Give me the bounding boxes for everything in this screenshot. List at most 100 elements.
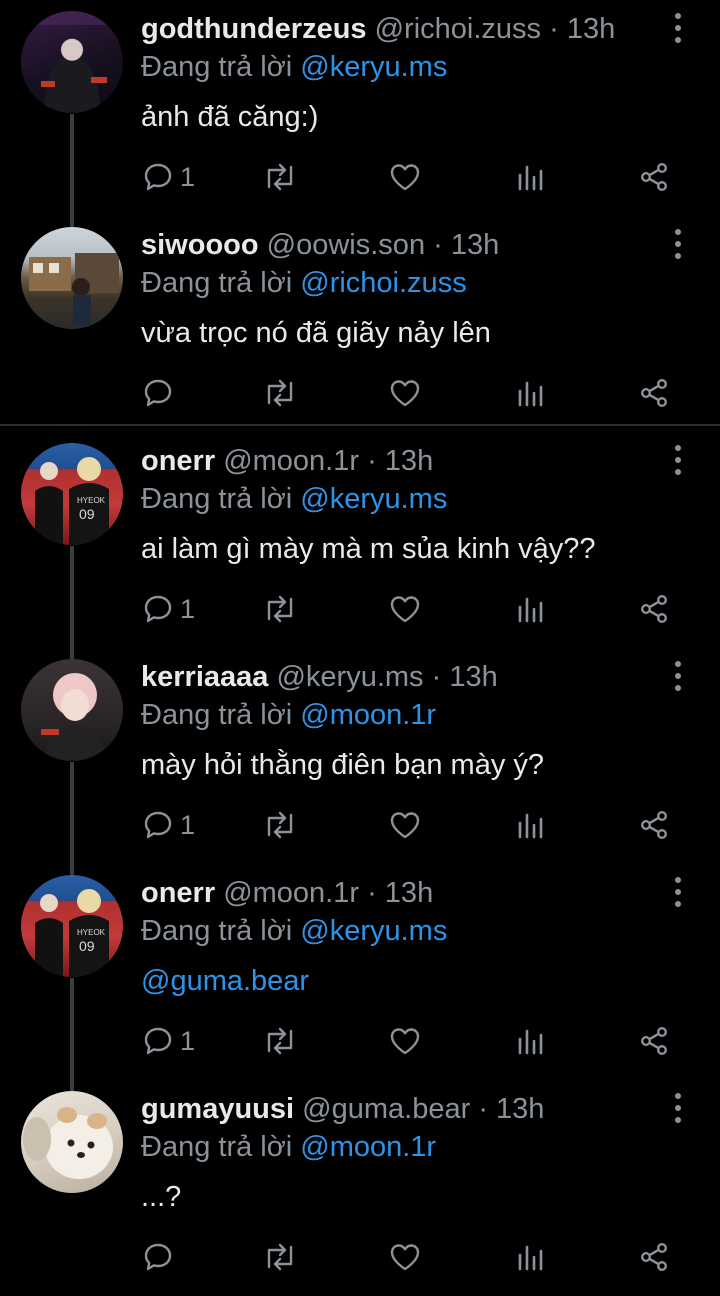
avatar-photo: HYEOK09 [35, 457, 109, 545]
reply-button[interactable]: 1 [142, 798, 195, 852]
reply-button[interactable] [142, 1230, 180, 1284]
retweet-button[interactable] [262, 366, 298, 420]
retweet-button[interactable] [262, 798, 298, 852]
share-icon [640, 595, 668, 624]
replying-to: Đang trả lời @richoi.zuss [141, 265, 467, 301]
reply-count: 1 [180, 161, 196, 192]
handle[interactable]: @richoi.zuss [375, 13, 541, 45]
retweet-button[interactable] [262, 150, 298, 204]
reply-label: Đang trả lời [141, 699, 293, 731]
reply-button[interactable]: 1 [142, 582, 195, 636]
views-button[interactable] [515, 150, 545, 204]
reply-button[interactable]: 1 [142, 1014, 195, 1068]
timestamp: · 13h [431, 661, 498, 693]
avatar[interactable] [21, 227, 123, 329]
reply-label: Đang trả lời [141, 915, 293, 947]
like-button[interactable] [388, 1014, 422, 1068]
tweet[interactable]: HYEOK 09 onerr @moon.1r · 13h Đang trả lờ… [0, 432, 720, 648]
tweet[interactable]: siwoooo @oowis.son · 13h Đang trả lời @r… [0, 216, 720, 432]
display-name[interactable]: godthunderzeus [141, 13, 367, 45]
more-icon[interactable] [668, 13, 688, 45]
svg-text:HYEOK: HYEOK [77, 496, 106, 505]
retweet-button[interactable] [262, 1230, 298, 1284]
views-button[interactable] [515, 1230, 545, 1284]
handle[interactable]: @moon.1r [223, 877, 359, 909]
retweet-icon [267, 1027, 293, 1055]
like-button[interactable] [388, 582, 422, 636]
replying-to: Đang trả lời @moon.1r [141, 697, 436, 733]
share-button[interactable] [638, 798, 670, 852]
reply-mention[interactable]: @keryu.ms [300, 483, 447, 515]
more-icon[interactable] [668, 661, 688, 693]
like-button[interactable] [388, 366, 422, 420]
avatar-photo [41, 673, 107, 761]
tweet[interactable]: gumayuusi @guma.bear · 13h Đang trả lời … [0, 1080, 720, 1296]
display-name[interactable]: siwoooo [141, 229, 259, 261]
handle[interactable]: @moon.1r [223, 445, 359, 477]
views-button[interactable] [515, 582, 545, 636]
tweet[interactable]: godthunderzeus @richoi.zuss · 13h Đang t… [0, 0, 720, 216]
reply-button[interactable]: 1 [142, 150, 195, 204]
like-icon [390, 164, 420, 191]
share-icon [640, 811, 668, 840]
avatar[interactable]: HYEOK 09 [21, 875, 123, 977]
more-icon[interactable] [668, 229, 688, 261]
retweet-button[interactable] [262, 1014, 298, 1068]
reply-label: Đang trả lời [141, 1131, 293, 1163]
reply-mention[interactable]: @keryu.ms [300, 915, 447, 947]
tweet[interactable]: HYEOK 09 onerr @moon.1r · 13h Đang trả lờ… [0, 864, 720, 1080]
views-button[interactable] [515, 366, 545, 420]
timestamp: · 13h [478, 1093, 545, 1125]
timestamp: · 13h [367, 445, 434, 477]
display-name[interactable]: onerr [141, 445, 215, 477]
tweet[interactable]: kerriaaaa @keryu.ms · 13h Đang trả lời @… [0, 648, 720, 864]
more-icon[interactable] [668, 1093, 688, 1125]
tweet-actions: 1 [0, 150, 720, 204]
avatar[interactable]: HYEOK 09 [21, 443, 123, 545]
like-button[interactable] [388, 1230, 422, 1284]
share-button[interactable] [638, 1230, 670, 1284]
reply-button[interactable] [142, 366, 180, 420]
display-name[interactable]: onerr [141, 877, 215, 909]
reply-mention[interactable]: @moon.1r [300, 699, 436, 731]
share-icon [640, 1027, 668, 1056]
reply-mention[interactable]: @richoi.zuss [300, 267, 466, 299]
like-icon [390, 380, 420, 407]
display-name[interactable]: gumayuusi [141, 1093, 294, 1125]
handle[interactable]: @oowis.son [267, 229, 425, 261]
share-button[interactable] [638, 150, 670, 204]
avatar[interactable] [21, 659, 123, 761]
retweet-icon [267, 595, 293, 623]
display-name[interactable]: kerriaaaa [141, 661, 268, 693]
like-button[interactable] [388, 798, 422, 852]
reply-label: Đang trả lời [141, 267, 293, 299]
views-icon [518, 1245, 543, 1271]
more-icon[interactable] [668, 877, 688, 909]
like-button[interactable] [388, 150, 422, 204]
tweet-text: ảnh đã căng:) [141, 101, 319, 133]
tweet-text: ...? [141, 1181, 182, 1213]
timestamp: · 13h [549, 13, 616, 45]
share-button[interactable] [638, 1014, 670, 1068]
tweet-text-mention[interactable]: @guma.bear [141, 962, 309, 1000]
views-icon [518, 813, 543, 839]
like-icon [390, 812, 420, 839]
replying-to: Đang trả lời @keryu.ms [141, 481, 447, 517]
reply-mention[interactable]: @moon.1r [300, 1131, 436, 1163]
share-icon [640, 379, 668, 408]
views-button[interactable] [515, 798, 545, 852]
divider [0, 424, 720, 426]
share-button[interactable] [638, 366, 670, 420]
more-icon[interactable] [668, 445, 688, 477]
avatar[interactable] [21, 11, 123, 113]
tweet-actions: 1 [0, 1014, 720, 1068]
share-button[interactable] [638, 582, 670, 636]
handle[interactable]: @guma.bear [302, 1093, 470, 1125]
share-icon [640, 163, 668, 192]
reply-mention[interactable]: @keryu.ms [300, 51, 447, 83]
views-button[interactable] [515, 1014, 545, 1068]
tweet-text: mày hỏi thằng điên bạn mày ý? [141, 749, 545, 781]
retweet-button[interactable] [262, 582, 298, 636]
handle[interactable]: @keryu.ms [276, 661, 423, 693]
avatar[interactable] [21, 1091, 123, 1193]
